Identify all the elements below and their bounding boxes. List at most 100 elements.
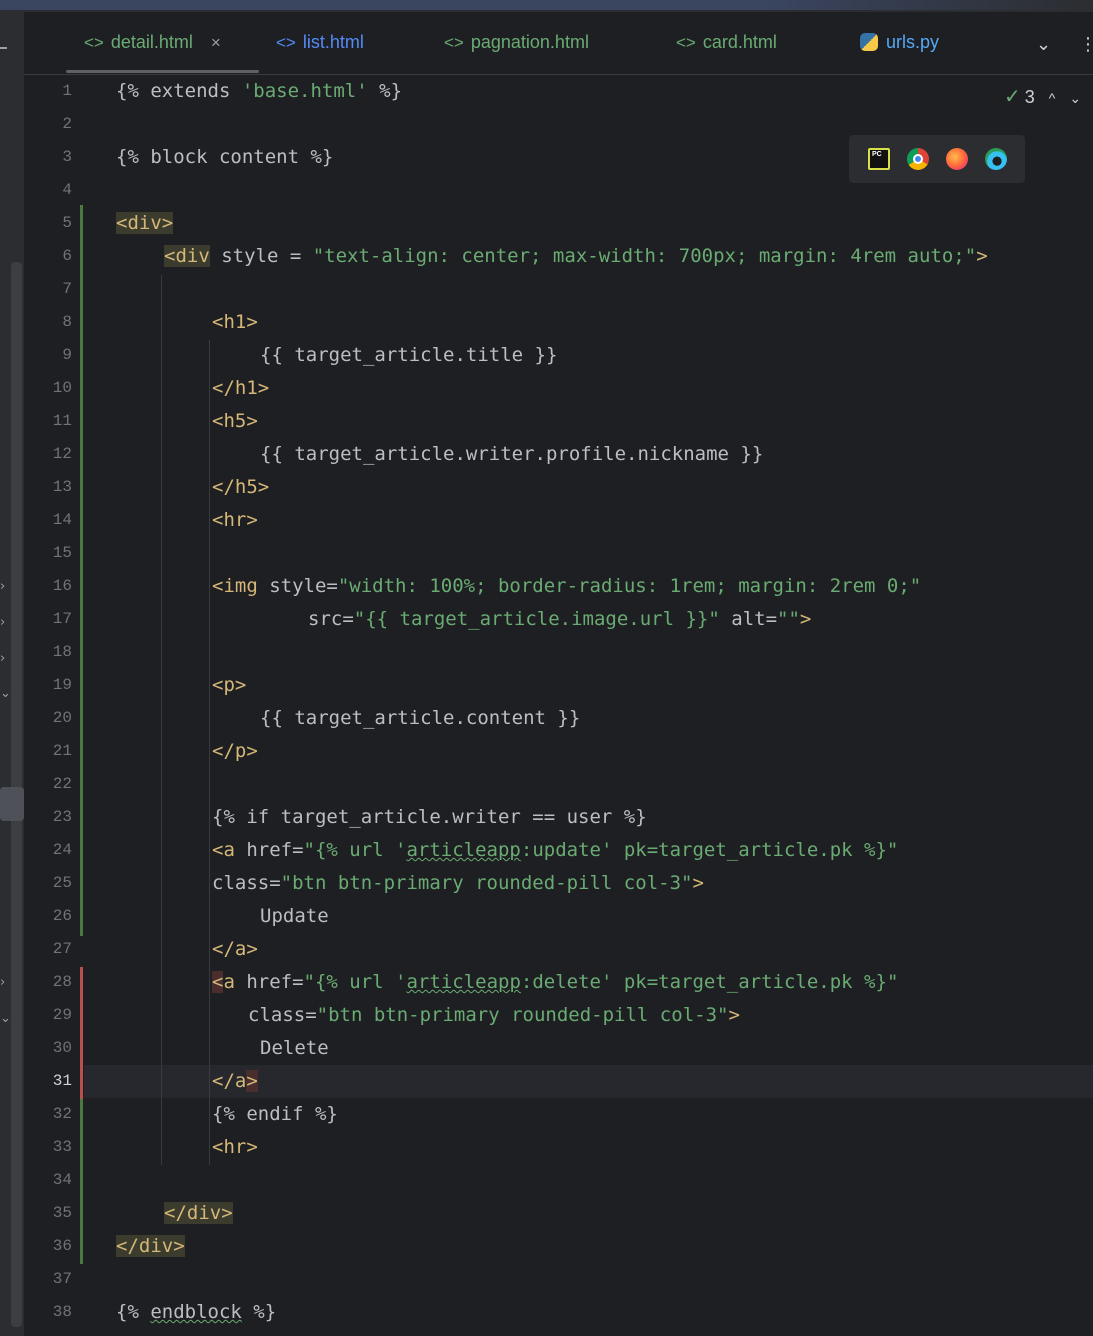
line-number[interactable]: 16 [32,570,72,603]
html-tag: <img [212,575,258,597]
html-file-icon: <> [84,33,104,52]
html-tag: </div> [164,1202,233,1224]
line-number[interactable]: 15 [32,537,72,570]
line-number[interactable]: 20 [32,702,72,735]
html-tag: <h5> [212,410,258,432]
line-number[interactable]: 4 [32,174,72,207]
next-highlight-icon[interactable]: ⌄ [1069,90,1081,106]
tab-label: urls.py [886,32,940,52]
indent-guide [209,1001,210,1067]
line-number[interactable]: 36 [32,1230,72,1263]
vcs-added-marker [80,1099,83,1264]
line-number[interactable]: 13 [32,471,72,504]
scrollbar-thumb[interactable] [0,787,24,821]
line-number[interactable]: 19 [32,669,72,702]
line-number[interactable]: 6 [32,240,72,273]
line-number[interactable]: 17 [32,603,72,636]
line-number[interactable]: 3 [32,141,72,174]
menu-dash-icon[interactable] [0,47,7,49]
html-tag: <a [212,839,235,861]
line-number[interactable]: 22 [32,768,72,801]
tab-list-dropdown-icon[interactable]: ⌄ [1036,34,1051,55]
code-line-21: </p> [212,735,258,768]
line-number[interactable]: 35 [32,1197,72,1230]
code-editor[interactable]: {% extends 'base.html' %} {% block conte… [84,75,1093,1336]
line-number[interactable]: 7 [32,273,72,306]
code-line-26: Update [260,900,329,933]
line-number[interactable]: 21 [32,735,72,768]
template-expression: {{ target_article.content }} [260,707,581,729]
python-icon [860,33,878,51]
template-tag: {% [116,1301,151,1323]
edge-icon[interactable] [985,148,1007,170]
line-number[interactable]: 31 [32,1065,72,1098]
line-number[interactable]: 30 [32,1032,72,1065]
chrome-icon[interactable] [907,148,929,170]
line-number[interactable]: 1 [32,75,72,108]
more-options-icon[interactable]: ⋮ [1079,34,1093,55]
fold-collapsed-icon[interactable]: › [0,616,14,630]
code-line-11: <h5> [212,405,258,438]
line-number[interactable]: 32 [32,1098,72,1131]
attribute-name: alt= [719,608,778,630]
indent-guide [209,902,210,935]
template-tag: {% if target_article.writer == user %} [212,806,647,828]
line-number[interactable]: 11 [32,405,72,438]
firefox-icon[interactable] [946,148,968,170]
string-literal: "btn btn-primary rounded-pill col-3" [316,1004,729,1026]
line-number[interactable]: 38 [32,1296,72,1329]
line-number[interactable]: 23 [32,801,72,834]
line-number[interactable]: 34 [32,1164,72,1197]
text-content: Delete [260,1037,329,1059]
code-line-3: {% block content %} [116,141,333,174]
tab-pagnation-html[interactable]: <> pagnation.html [444,32,589,56]
html-tag: </a> [212,938,258,960]
fold-collapsed-icon[interactable]: › [0,580,14,594]
fold-expanded-icon[interactable]: ⌄ [0,1012,14,1026]
ide-window: › › › ⌄ › ⌄ <> detail.html × <> list.html <… [0,0,1093,1336]
active-tab-indicator [66,70,259,73]
line-number[interactable]: 24 [32,834,72,867]
fold-collapsed-icon[interactable]: › [0,976,14,990]
line-number[interactable]: 14 [32,504,72,537]
attribute-name: class= [248,1004,317,1026]
text-content: Update [260,905,329,927]
string-literal: "" [777,608,800,630]
string-literal: "text-align: center; max-width: 700px; m… [312,245,977,267]
line-number[interactable]: 37 [32,1263,72,1296]
attribute-name: style = [209,245,313,267]
close-icon[interactable]: × [211,33,221,52]
html-tag: </h1> [212,377,270,399]
line-number[interactable]: 2 [32,108,72,141]
template-tag: %} [367,80,403,102]
line-number[interactable]: 25 [32,867,72,900]
code-line-33: <hr> [212,1131,258,1164]
code-line-14: <hr> [212,504,258,537]
string-literal: "width: 100%; border-radius: 1rem; margi… [337,575,922,597]
fold-expanded-icon[interactable]: ⌄ [0,687,14,701]
tab-urls-py[interactable]: urls.py [860,32,939,56]
line-number[interactable]: 18 [32,636,72,669]
line-number[interactable]: 33 [32,1131,72,1164]
pycharm-icon[interactable]: PC [868,148,890,170]
line-number[interactable]: 8 [32,306,72,339]
tab-detail-html[interactable]: <> detail.html × [84,32,221,56]
line-number[interactable]: 26 [32,900,72,933]
tab-label: detail.html [110,32,193,52]
fold-collapsed-icon[interactable]: › [0,652,14,666]
attribute-name: href= [234,971,304,993]
attribute-name: style= [257,575,338,597]
inspection-widget[interactable]: ✓ 3 ^ ⌄ [1004,84,1081,108]
line-number[interactable]: 27 [32,933,72,966]
line-number[interactable]: 12 [32,438,72,471]
code-line-30: Delete [260,1032,329,1065]
tab-card-html[interactable]: <> card.html [676,32,777,56]
line-number[interactable]: 9 [32,339,72,372]
line-number[interactable]: 5 [32,207,72,240]
line-number[interactable]: 10 [32,372,72,405]
attribute-name: href= [234,839,304,861]
line-number[interactable]: 28 [32,966,72,999]
tab-list-html[interactable]: <> list.html [276,32,364,56]
line-number[interactable]: 29 [32,999,72,1032]
previous-highlight-icon[interactable]: ^ [1049,90,1056,106]
